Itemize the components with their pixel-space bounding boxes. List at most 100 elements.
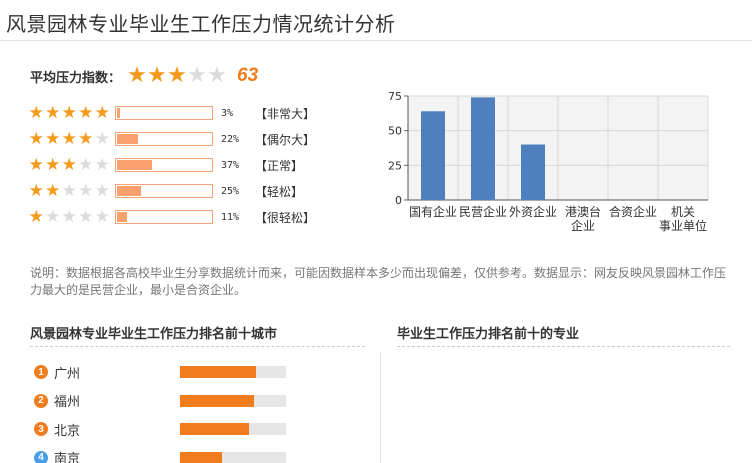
star-empty-icon: ★: [45, 206, 61, 227]
rating-stars: ★ ★ ★ ★ ★: [28, 154, 112, 175]
rating-stars: ★ ★ ★ ★ ★: [28, 128, 112, 149]
star-filled-icon: ★: [28, 180, 44, 201]
rating-row: ★ ★ ★ ★ ★ 25% 【轻松】: [28, 178, 315, 204]
bar-chart-svg: 0 25 50 75 国有企业 民营企业 外资企业 港澳台企业合资企业 机关事业单位: [388, 90, 709, 233]
city-name-link[interactable]: 福州: [54, 391, 180, 410]
city-name-link[interactable]: 广州: [54, 363, 180, 382]
star-filled-icon: ★: [28, 206, 44, 227]
city-pressure-bar: [180, 394, 286, 407]
star-empty-icon: ★: [94, 154, 110, 175]
majors-section-title: 毕业生工作压力排名前十的专业: [397, 327, 580, 342]
star-filled-icon: ★: [61, 154, 77, 175]
star-empty-icon: ★: [78, 154, 94, 175]
star-empty-icon: ★: [94, 206, 110, 227]
rating-percent: 37%: [221, 159, 240, 171]
star-empty-icon: ★: [207, 63, 227, 88]
star-filled-icon: ★: [45, 128, 61, 149]
star-filled-icon: ★: [45, 154, 61, 175]
rating-distribution: ★ ★ ★ ★ ★ 3% 【非常大】 ★ ★ ★ ★ ★ 22% 【偶尔大】 ★ ★ ★ ★ ★ 37% 【正常】 ★ ★ ★…: [28, 100, 315, 230]
star-filled-icon: ★: [28, 154, 44, 175]
rating-tag: 【轻松】: [255, 184, 304, 199]
star-filled-icon: ★: [28, 102, 44, 123]
rating-bar: [115, 158, 213, 172]
rank-badge: 4: [34, 450, 48, 463]
rating-percent: 22%: [221, 133, 240, 145]
x-tick-label: 港澳台: [565, 204, 601, 219]
bar-2: [521, 144, 545, 200]
x-tick-label: 企业: [571, 218, 595, 233]
rating-row: ★ ★ ★ ★ ★ 3% 【非常大】: [28, 100, 315, 126]
city-row: 2 福州: [34, 387, 286, 416]
star-filled-icon: ★: [28, 128, 44, 149]
rating-bar-fill: [117, 212, 128, 222]
rating-bar: [115, 210, 213, 224]
rating-bar-fill: [117, 108, 120, 118]
explanation-note: 说明：数据根据各高校毕业生分享数据统计而来，可能因数据样本多少而出现偏差，仅供参…: [30, 266, 727, 297]
star-filled-icon: ★: [147, 63, 167, 88]
city-pressure-bar-fill: [180, 394, 255, 407]
average-pressure-row: 平均压力指数： ★ ★ ★ ★ ★ 63: [30, 64, 258, 88]
rating-tag: 【正常】: [255, 158, 304, 173]
rank-badge: 2: [34, 393, 48, 408]
rating-bar-fill: [117, 134, 138, 144]
city-ranking-list: 1 广州 2 福州 3 北京 4 南京: [34, 358, 286, 463]
rating-row: ★ ★ ★ ★ ★ 37% 【正常】: [28, 152, 315, 178]
rating-stars: ★ ★ ★ ★ ★: [28, 102, 112, 123]
city-pressure-bar-fill: [180, 366, 257, 379]
star-empty-icon: ★: [187, 63, 207, 88]
rating-tag: 【偶尔大】: [255, 132, 316, 147]
x-tick-label: 机关: [671, 205, 695, 219]
star-filled-icon: ★: [78, 128, 94, 149]
enterprise-pressure-chart: 0 25 50 75 国有企业 民营企业 外资企业 港澳台 企业 合资企业 机关 事业单位: [360, 86, 720, 250]
rating-percent: 11%: [221, 211, 240, 223]
average-star-rating: ★ ★ ★ ★ ★: [127, 65, 227, 87]
x-tick-label: 合资企业: [609, 204, 657, 219]
star-empty-icon: ★: [61, 206, 77, 227]
rating-row: ★ ★ ★ ★ ★ 22% 【偶尔大】: [28, 126, 315, 152]
majors-section-divider: [397, 346, 730, 347]
star-filled-icon: ★: [167, 63, 187, 88]
y-tick-label: 50: [388, 125, 402, 138]
star-filled-icon: ★: [78, 102, 94, 123]
city-pressure-bar: [180, 423, 286, 436]
cities-section-title: 风景园林专业毕业生工作压力排名前十城市: [30, 327, 278, 342]
rank-badge: 3: [34, 422, 48, 437]
rating-tag: 【非常大】: [255, 106, 316, 121]
star-filled-icon: ★: [61, 128, 77, 149]
rating-bar: [115, 132, 213, 146]
star-filled-icon: ★: [45, 180, 61, 201]
x-tick-label: 国有企业: [409, 204, 457, 219]
rating-tag: 【很轻松】: [255, 210, 316, 225]
y-tick-label: 0: [395, 194, 402, 207]
city-row: 1 广州: [34, 358, 286, 387]
cities-section-divider: [30, 346, 365, 347]
rating-bar-fill: [117, 160, 152, 170]
star-empty-icon: ★: [94, 128, 110, 149]
rating-stars: ★ ★ ★ ★ ★: [28, 206, 112, 227]
city-row: 4 南京: [34, 444, 286, 463]
city-name-link[interactable]: 南京: [54, 448, 180, 463]
rank-badge: 1: [34, 365, 48, 380]
rating-percent: 25%: [221, 185, 240, 197]
city-pressure-bar: [180, 451, 286, 463]
average-label: 平均压力指数：: [30, 70, 122, 86]
star-filled-icon: ★: [127, 63, 147, 88]
star-empty-icon: ★: [78, 180, 94, 201]
x-tick-label: 民营企业: [459, 204, 507, 219]
rating-stars: ★ ★ ★ ★ ★: [28, 180, 112, 201]
bar-1: [471, 97, 495, 200]
star-empty-icon: ★: [78, 206, 94, 227]
bar-0: [421, 111, 445, 200]
star-empty-icon: ★: [94, 180, 110, 201]
y-tick-label: 75: [388, 90, 402, 103]
city-name-link[interactable]: 北京: [54, 420, 180, 439]
title-divider: [0, 40, 752, 41]
rating-bar: [115, 184, 213, 198]
rating-bar-fill: [117, 186, 141, 196]
rating-row: ★ ★ ★ ★ ★ 11% 【很轻松】: [28, 204, 315, 230]
city-pressure-bar-fill: [180, 423, 249, 436]
city-row: 3 北京: [34, 415, 286, 444]
x-tick-label: 事业单位: [659, 218, 707, 233]
x-tick-label: 外资企业: [509, 204, 557, 219]
page-title: 风景园林专业毕业生工作压力情况统计分析: [6, 12, 396, 36]
